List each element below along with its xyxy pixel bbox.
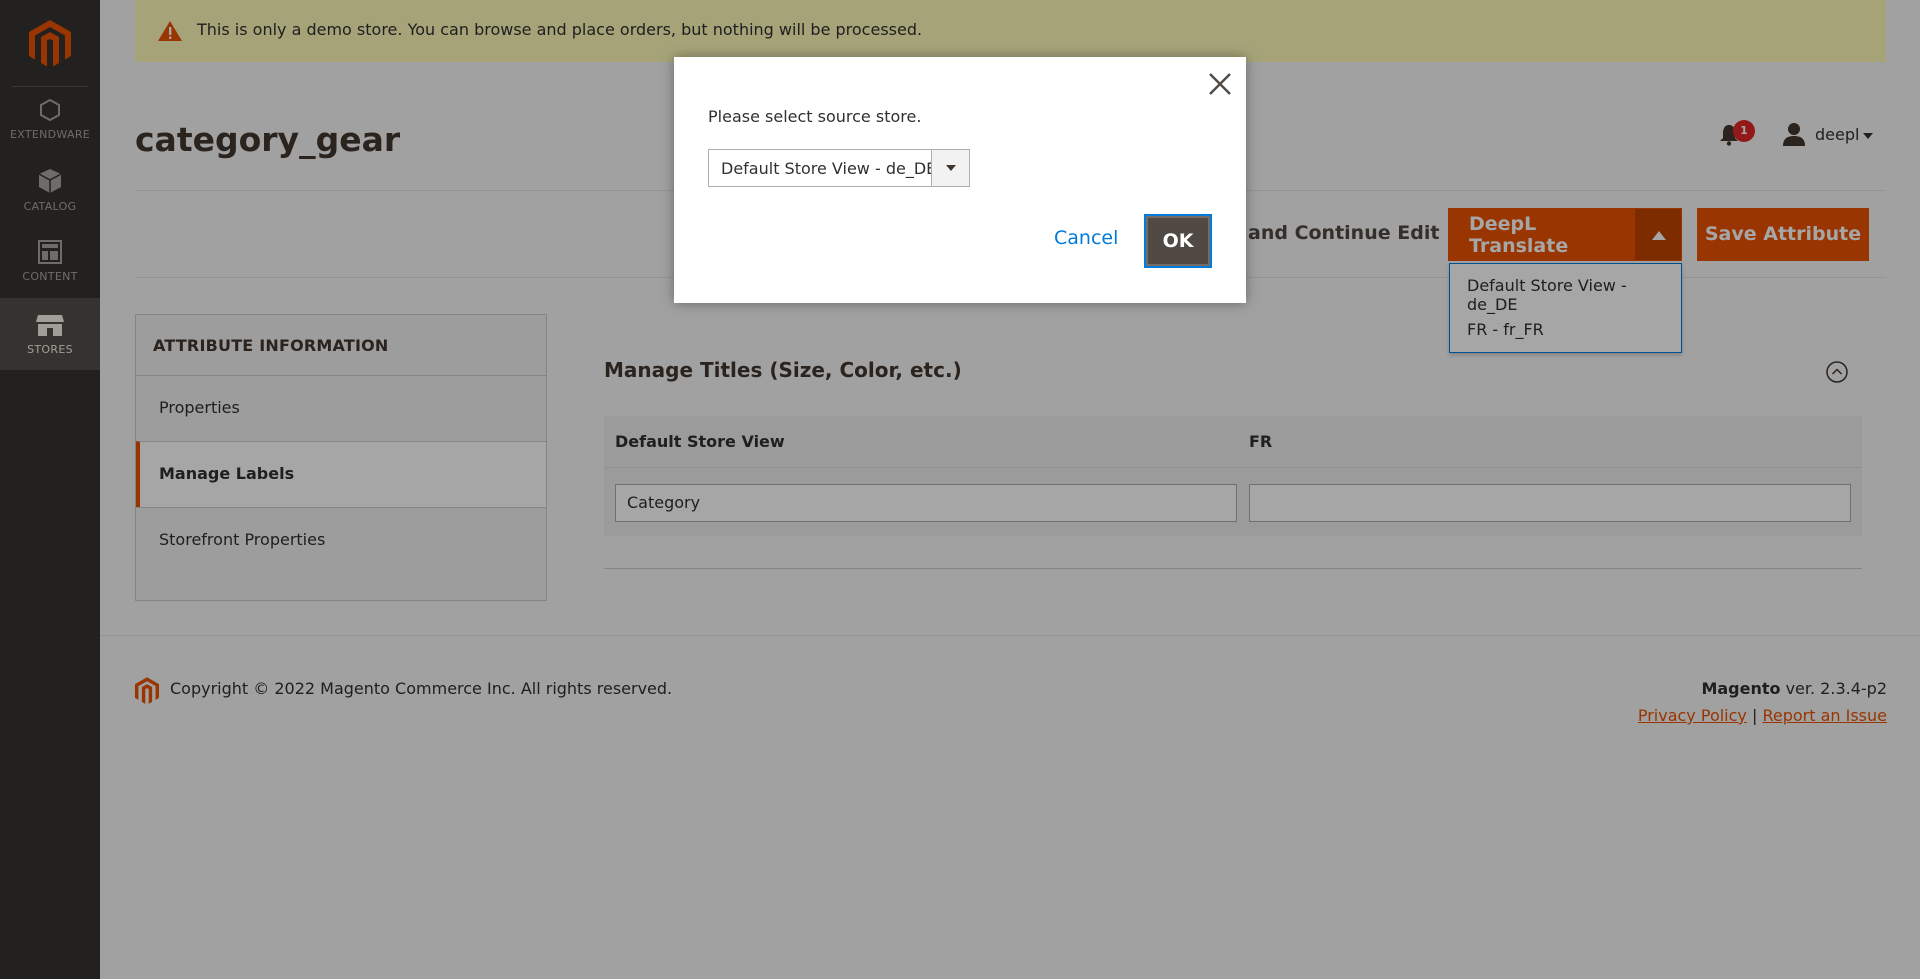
ok-button[interactable]: OK	[1144, 214, 1212, 268]
select-value: Default Store View - de_DE	[721, 159, 937, 178]
modal-message: Please select source store.	[708, 107, 922, 126]
close-icon	[1209, 72, 1231, 95]
source-store-modal: Please select source store. Default Stor…	[674, 57, 1246, 303]
source-store-select[interactable]: Default Store View - de_DE	[708, 149, 970, 187]
cancel-button[interactable]: Cancel	[1054, 227, 1118, 249]
chevron-down-icon[interactable]	[931, 150, 969, 186]
close-button[interactable]	[1204, 69, 1236, 101]
